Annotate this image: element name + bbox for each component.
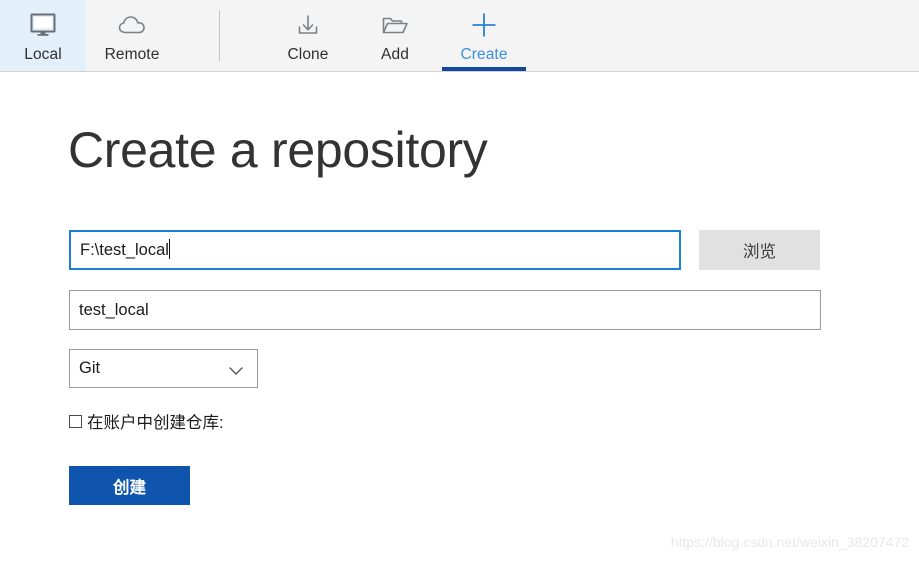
repository-name-input[interactable]: test_local (69, 290, 821, 330)
monitor-icon (29, 8, 57, 42)
browse-button[interactable]: 浏览 (699, 230, 820, 270)
toolbar-tab-label: Clone (287, 46, 329, 63)
text-caret (168, 239, 170, 259)
create-in-account-checkbox[interactable] (69, 414, 82, 428)
toolbar-tab-label: Remote (104, 46, 160, 63)
vcs-type-row: Git (69, 349, 258, 388)
toolbar-tab-clone[interactable]: Clone (263, 0, 353, 71)
plus-icon (469, 8, 499, 42)
create-in-account-row[interactable]: 在账户中创建仓库: (69, 409, 224, 433)
browse-button-label: 浏览 (743, 243, 776, 261)
download-tray-icon (295, 8, 321, 42)
toolbar-tab-label: Create (460, 46, 508, 63)
vcs-type-select[interactable]: Git (69, 349, 258, 388)
create-in-account-label: 在账户中创建仓库: (87, 414, 224, 432)
create-button-label: 创建 (113, 478, 146, 497)
toolbar-tab-remote[interactable]: Remote (86, 0, 178, 71)
active-tab-underline (442, 67, 526, 71)
watermark: https://blog.csdn.net/weixin_38207472 (670, 534, 909, 550)
toolbar-tab-label: Local (24, 46, 62, 63)
repository-name-row: test_local (69, 290, 821, 330)
chevron-down-icon (228, 363, 244, 382)
repository-name-value: test_local (79, 301, 149, 319)
toolbar-divider (219, 10, 220, 61)
toolbar-tab-label: Add (381, 46, 409, 63)
cloud-icon (116, 8, 148, 42)
repository-path-input[interactable]: F:\test_local (69, 230, 681, 270)
main-toolbar: Local Remote Clone Add Create (0, 0, 919, 72)
repository-path-value: F:\test_local (80, 241, 169, 259)
vcs-type-value: Git (79, 359, 101, 377)
repository-path-row: F:\test_local (69, 230, 681, 270)
toolbar-tab-create[interactable]: Create (440, 0, 528, 71)
open-folder-icon (380, 8, 410, 42)
toolbar-tab-local[interactable]: Local (0, 0, 86, 71)
page-title: Create a repository (68, 122, 488, 178)
toolbar-tab-add[interactable]: Add (357, 0, 433, 71)
create-button[interactable]: 创建 (69, 466, 190, 505)
